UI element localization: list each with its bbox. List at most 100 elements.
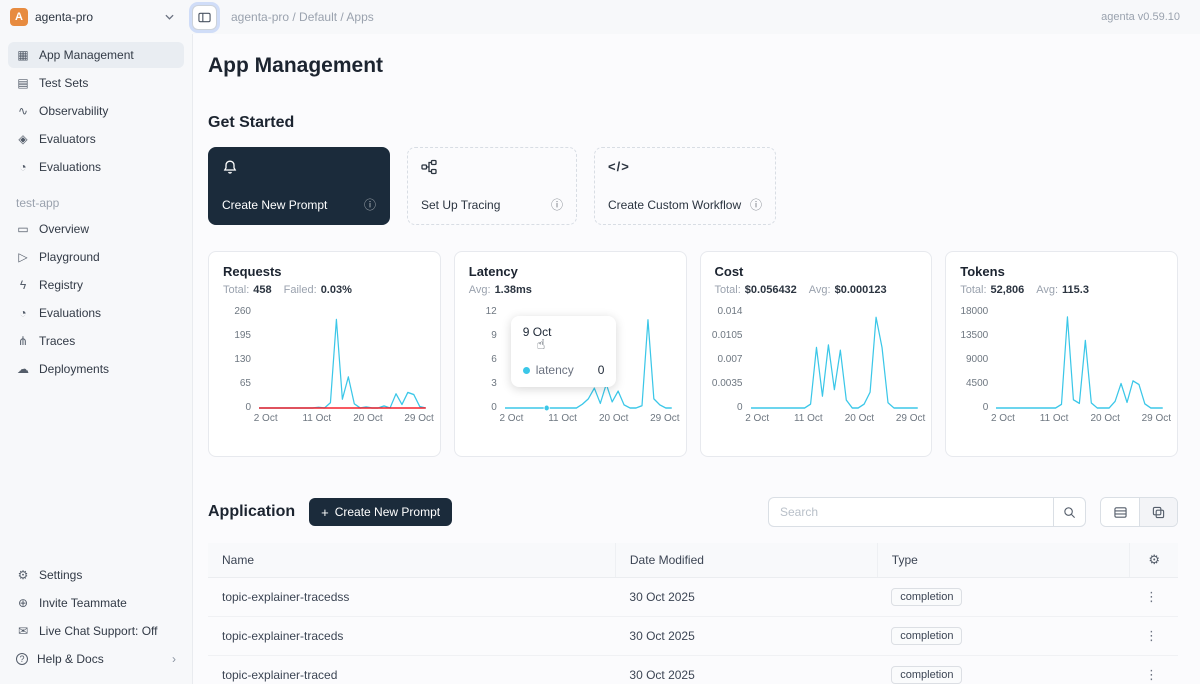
- search-button[interactable]: [1053, 497, 1086, 527]
- plus-icon: +: [321, 506, 329, 519]
- sidebar-item-deployments[interactable]: ☁ Deployments: [8, 356, 184, 382]
- app-date-modified: 30 Oct 2025: [615, 656, 877, 684]
- grid-icon: ▦: [16, 49, 30, 61]
- workspace-name: agenta-pro: [35, 10, 93, 24]
- chart-tooltip: 9 Oct latency 0: [511, 316, 617, 387]
- sidebar-item-test-sets[interactable]: ▤ Test Sets: [8, 70, 184, 96]
- card-view-button[interactable]: [1139, 498, 1177, 526]
- table-view-icon: [1114, 506, 1127, 519]
- table-row[interactable]: topic-explainer-traceds 30 Oct 2025 comp…: [208, 617, 1178, 656]
- sidebar-item-evaluators[interactable]: ◈ Evaluators: [8, 126, 184, 152]
- stat-card-requests: Requests Total:458Failed:0.03% 260195130…: [208, 251, 441, 457]
- stat-card-tokens: Tokens Total:52,806Avg:115.3 18000135009…: [945, 251, 1178, 457]
- card-label: Create Custom Workflow: [608, 198, 741, 212]
- get-started-title: Get Started: [208, 114, 1178, 132]
- pointer-cursor-icon: ☝: [537, 336, 546, 353]
- sidebar-item-settings[interactable]: ⚙ Settings: [8, 562, 184, 588]
- column-header-date-modified[interactable]: Date Modified: [615, 543, 877, 578]
- tooltip-value: 0: [598, 363, 605, 377]
- search-input[interactable]: [768, 497, 1053, 527]
- help-icon: ?: [16, 653, 28, 665]
- main-content: App Management Get Started Create New Pr…: [193, 0, 1200, 684]
- application-header: Application + Create New Prompt: [208, 497, 1178, 527]
- table-view-button[interactable]: [1101, 498, 1139, 526]
- sidebar-item-playground[interactable]: ▷ Playground: [8, 244, 184, 270]
- x-axis: 2 Oct11 Oct20 Oct29 Oct: [505, 413, 672, 429]
- stat-metrics: Total:52,806Avg:115.3: [960, 284, 1163, 296]
- card-label: Set Up Tracing: [421, 198, 500, 212]
- column-header-type[interactable]: Type: [877, 543, 1129, 578]
- cost-chart[interactable]: [751, 310, 918, 410]
- sidebar-item-traces[interactable]: ⋔ Traces: [8, 328, 184, 354]
- tracing-icon: [421, 159, 437, 175]
- gear-icon[interactable]: ⚙: [1148, 552, 1160, 567]
- view-toggle: [1100, 497, 1178, 527]
- tooltip-date: 9 Oct: [523, 325, 605, 339]
- cloud-icon: ☁: [16, 363, 30, 375]
- sidebar-item-invite-teammate[interactable]: ⊕ Invite Teammate: [8, 590, 184, 616]
- sidebar-item-observability[interactable]: ∿ Observability: [8, 98, 184, 124]
- search-box: [768, 497, 1086, 527]
- sidebar-item-overview[interactable]: ▭ Overview: [8, 216, 184, 242]
- app-name: topic-explainer-traced: [208, 656, 615, 684]
- square-icon: ▭: [16, 223, 30, 235]
- info-icon[interactable]: ⓘ: [364, 196, 376, 213]
- sidebar-item-app-management[interactable]: ▦ App Management: [8, 42, 184, 68]
- chevron-right-icon: ›: [172, 652, 176, 666]
- sidebar-item-app-evaluations[interactable]: ◔ Evaluations: [8, 300, 184, 326]
- play-icon: ▷: [16, 251, 30, 263]
- set-up-tracing-card[interactable]: Set Up Tracing ⓘ: [407, 147, 577, 225]
- app-name: topic-explainer-traceds: [208, 617, 615, 656]
- x-axis: 2 Oct11 Oct20 Oct29 Oct: [751, 413, 918, 429]
- x-axis: 2 Oct11 Oct20 Oct29 Oct: [259, 413, 426, 429]
- version-label: agenta v0.59.10: [1101, 11, 1180, 23]
- table-row[interactable]: topic-explainer-tracedss 30 Oct 2025 com…: [208, 578, 1178, 617]
- topbar: A agenta-pro agenta-pro / Default / Apps…: [0, 0, 1200, 34]
- row-menu-icon[interactable]: ⋮: [1145, 589, 1158, 604]
- chevron-down-icon: [165, 14, 174, 20]
- page-title: App Management: [208, 54, 1178, 78]
- app-date-modified: 30 Oct 2025: [615, 578, 877, 617]
- apps-table: Name Date Modified Type ⚙ topic-explaine…: [208, 543, 1178, 684]
- card-label: Create New Prompt: [222, 198, 327, 212]
- get-started-cards: Create New Prompt ⓘ Set Up Tracing ⓘ </>…: [208, 147, 1178, 225]
- stat-title: Requests: [223, 264, 426, 279]
- workspace-avatar: A: [10, 8, 28, 26]
- sidebar-toggle-button[interactable]: [192, 5, 217, 30]
- stat-card-cost: Cost Total:$0.056432Avg:$0.000123 0.0140…: [700, 251, 933, 457]
- create-custom-workflow-card[interactable]: </> Create Custom Workflow ⓘ: [594, 147, 776, 225]
- card-view-icon: [1152, 506, 1165, 519]
- gauge-icon: ◔: [16, 161, 30, 173]
- y-axis: 0.0140.01050.0070.00350: [715, 310, 751, 429]
- sidebar-item-help-docs[interactable]: ? Help & Docs ›: [8, 646, 184, 672]
- type-badge: completion: [891, 588, 962, 606]
- info-icon[interactable]: ⓘ: [750, 196, 762, 213]
- create-new-prompt-button[interactable]: + Create New Prompt: [309, 498, 452, 526]
- app-section-label: test-app: [8, 196, 184, 210]
- workspace-selector[interactable]: A agenta-pro: [0, 8, 186, 26]
- chart-line-icon: ∿: [16, 105, 30, 117]
- row-menu-icon[interactable]: ⋮: [1145, 667, 1158, 682]
- requests-chart[interactable]: [259, 310, 426, 410]
- app-name: topic-explainer-tracedss: [208, 578, 615, 617]
- column-header-name[interactable]: Name: [208, 543, 615, 578]
- fork-icon: ⋔: [16, 335, 30, 347]
- application-title: Application: [208, 503, 295, 521]
- info-icon[interactable]: ⓘ: [551, 196, 563, 213]
- tooltip-series-name: latency: [536, 363, 574, 377]
- lightning-icon: ϟ: [16, 279, 30, 291]
- table-row[interactable]: topic-explainer-traced 30 Oct 2025 compl…: [208, 656, 1178, 684]
- tokens-chart[interactable]: [996, 310, 1163, 410]
- stat-metrics: Avg:1.38ms: [469, 284, 672, 296]
- series-dot: [523, 367, 530, 374]
- row-menu-icon[interactable]: ⋮: [1145, 628, 1158, 643]
- search-icon: [1063, 506, 1076, 519]
- gauge-icon: ◔: [16, 307, 30, 319]
- type-badge: completion: [891, 666, 962, 684]
- type-badge: completion: [891, 627, 962, 645]
- sidebar-item-registry[interactable]: ϟ Registry: [8, 272, 184, 298]
- create-new-prompt-card[interactable]: Create New Prompt ⓘ: [208, 147, 390, 225]
- sidebar-item-live-chat[interactable]: ✉ Live Chat Support: Off: [8, 618, 184, 644]
- stat-title: Cost: [715, 264, 918, 279]
- sidebar-item-evaluations[interactable]: ◔ Evaluations: [8, 154, 184, 180]
